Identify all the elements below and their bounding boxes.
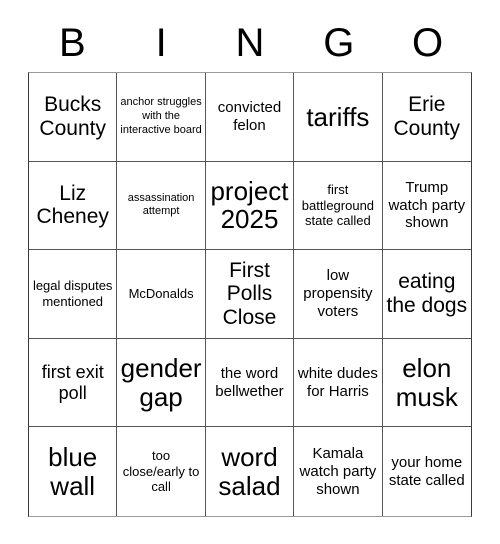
bingo-cell[interactable]: the word bellwether: [205, 338, 295, 428]
bingo-cell-label: low propensity voters: [303, 267, 373, 320]
bingo-header-letter-g: G: [323, 21, 355, 65]
bingo-cell-label: gender gap: [120, 353, 202, 412]
bingo-cell[interactable]: McDonalds: [117, 250, 206, 339]
bingo-cell-label: elon musk: [395, 353, 458, 412]
bingo-cell[interactable]: white dudes for Harris: [294, 338, 383, 428]
bingo-cell[interactable]: tariffs: [294, 73, 383, 162]
bingo-cell-label: Bucks County: [39, 93, 106, 140]
bingo-cell-label: project 2025: [210, 175, 289, 235]
bingo-cell[interactable]: blue wall: [29, 427, 118, 516]
bingo-header-row: B I N G O: [28, 14, 472, 72]
bingo-card: B I N G O Bucks County anchor struggles …: [0, 0, 500, 544]
bingo-cell[interactable]: eating the dogs: [382, 250, 471, 339]
bingo-cell-label: tariffs: [306, 101, 370, 132]
bingo-cell-label: first battleground state called: [301, 182, 375, 229]
bingo-header-letter-b: B: [59, 21, 86, 65]
bingo-cell[interactable]: gender gap: [117, 338, 206, 428]
bingo-cell-label: legal disputes mentioned: [32, 278, 113, 309]
bingo-cell-label: eating the dogs: [386, 270, 468, 317]
bingo-cell-label: McDonalds: [128, 286, 194, 302]
bingo-cell[interactable]: too close/early to call: [117, 427, 206, 516]
bingo-cell-label: Kamala watch party shown: [299, 445, 377, 498]
bingo-cell-label: anchor struggles with the interactive bo…: [120, 96, 202, 136]
bingo-cell-label: Erie County: [393, 93, 461, 140]
bingo-cell[interactable]: your home state called: [382, 427, 471, 516]
bingo-cell-label: blue wall: [48, 442, 98, 501]
bingo-cell[interactable]: first exit poll: [29, 338, 118, 428]
bingo-cell-label: too close/early to call: [122, 448, 200, 495]
bingo-header-letter-i: I: [155, 21, 167, 65]
bingo-cell-label: assassination attempt: [127, 191, 195, 218]
bingo-header-letter-o: O: [412, 21, 444, 65]
bingo-cell-label: convicted felon: [217, 99, 282, 134]
bingo-cell[interactable]: elon musk: [382, 338, 471, 428]
bingo-cell[interactable]: anchor struggles with the interactive bo…: [117, 73, 206, 162]
bingo-cell-label: the word bellwether: [215, 364, 284, 400]
bingo-cell[interactable]: Liz Cheney: [29, 161, 118, 251]
bingo-cell[interactable]: word salad: [205, 427, 295, 516]
bingo-cell[interactable]: Bucks County: [29, 73, 118, 162]
bingo-cell-label: word salad: [218, 442, 281, 501]
bingo-cell[interactable]: convicted felon: [205, 73, 295, 162]
bingo-cell-label: white dudes for Harris: [297, 364, 378, 400]
bingo-cell[interactable]: legal disputes mentioned: [29, 250, 118, 339]
bingo-cell[interactable]: First Polls Close: [205, 250, 295, 339]
bingo-cell[interactable]: Trump watch party shown: [382, 161, 471, 251]
bingo-cell[interactable]: project 2025: [205, 161, 295, 251]
bingo-cell-label: Trump watch party shown: [388, 178, 466, 232]
bingo-grid: Bucks County anchor struggles with the i…: [28, 72, 472, 517]
bingo-cell[interactable]: assassination attempt: [117, 161, 206, 251]
bingo-cell-label: first exit poll: [41, 361, 104, 403]
bingo-cell-label: your home state called: [388, 454, 465, 489]
bingo-cell[interactable]: Erie County: [382, 73, 471, 162]
bingo-cell-label: First Polls Close: [222, 258, 277, 329]
bingo-cell-label: Liz Cheney: [36, 181, 109, 229]
bingo-cell[interactable]: low propensity voters: [294, 250, 383, 339]
bingo-header-letter-n: N: [235, 21, 265, 65]
bingo-cell[interactable]: Kamala watch party shown: [294, 427, 383, 516]
bingo-cell[interactable]: first battleground state called: [294, 161, 383, 251]
